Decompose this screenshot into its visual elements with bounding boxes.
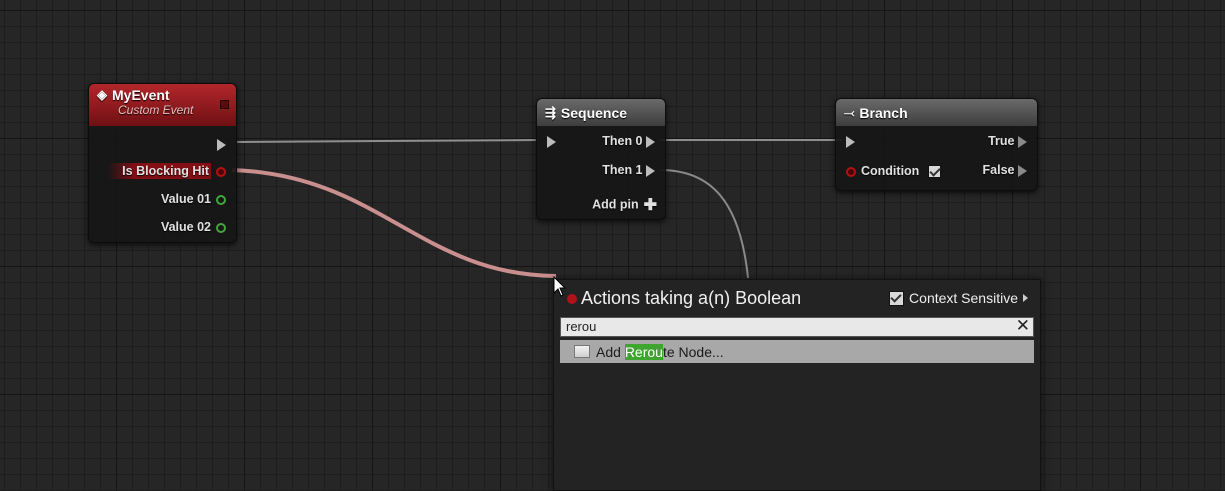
event-node-title: MyEvent	[112, 87, 170, 103]
custom-event-node[interactable]: ◈ MyEvent Custom Event Is Blocking Hit V…	[88, 83, 237, 243]
action-search-input[interactable]: rerou ✕	[560, 317, 1034, 337]
branch-node-header[interactable]: ⤙ Branch	[836, 99, 1037, 126]
boolean-pin-icon	[567, 294, 577, 304]
exec-out-icon	[646, 135, 655, 148]
event-node-subtitle: Custom Event	[118, 103, 194, 117]
result-match: Rerou	[624, 343, 663, 360]
clear-search-icon[interactable]: ✕	[1016, 317, 1030, 335]
pin-is-blocking-hit[interactable]: Is Blocking Hit	[108, 163, 226, 179]
exec-out-icon	[1018, 135, 1027, 148]
branch-pin-condition[interactable]: Condition	[846, 164, 941, 179]
exec-wire-event-sequence	[235, 139, 539, 143]
branch-exec-in-pin[interactable]	[846, 134, 855, 148]
exec-in-icon	[846, 135, 855, 148]
float-pin-icon[interactable]	[216, 222, 226, 233]
result-suffix: te Node...	[662, 343, 724, 360]
event-exec-out-pin[interactable]	[217, 137, 226, 151]
event-diamond-icon: ◈	[97, 87, 107, 102]
exec-out-icon	[646, 164, 655, 177]
pin-label: Then 0	[602, 134, 643, 148]
branch-node-title: Branch	[859, 104, 908, 121]
pin-label: Is Blocking Hit	[108, 163, 211, 179]
context-sensitive-label: Context Sensitive	[909, 290, 1018, 306]
branch-pin-false[interactable]: False	[983, 163, 1027, 177]
search-value: rerou	[566, 319, 597, 334]
branch-node[interactable]: ⤙ Branch True Condition False	[835, 98, 1038, 191]
expand-arrow-icon[interactable]	[1023, 294, 1028, 302]
pin-label: Value 02	[160, 220, 211, 234]
condition-checkbox[interactable]	[927, 165, 941, 179]
exec-wire-then1-menu	[659, 169, 749, 279]
action-menu-title: Actions taking a(n) Boolean	[581, 288, 802, 308]
context-sensitive-toggle[interactable]: Context Sensitive	[889, 290, 1028, 306]
sequence-node[interactable]: ⇶ Sequence Then 0 Then 1 Add pin ✚	[536, 98, 666, 220]
pin-value-02[interactable]: Value 02	[161, 220, 226, 234]
exec-out-icon	[1018, 164, 1027, 177]
sequence-pin-then-0[interactable]: Then 0	[602, 134, 655, 148]
exec-out-icon	[217, 138, 226, 151]
sequence-node-header[interactable]: ⇶ Sequence	[537, 99, 665, 126]
action-menu[interactable]: Actions taking a(n) Boolean Context Sens…	[553, 279, 1041, 491]
float-pin-icon[interactable]	[216, 194, 226, 205]
sequence-node-title: Sequence	[560, 104, 628, 121]
add-pin-label: Add pin	[592, 197, 639, 212]
pin-label: True	[988, 134, 1015, 148]
action-result-item[interactable]: Add Rerou te Node...	[560, 340, 1034, 363]
sequence-exec-in-pin[interactable]	[547, 134, 556, 148]
boolean-pin-icon[interactable]	[846, 166, 856, 177]
pin-label: Then 1	[602, 163, 643, 177]
add-pin-button[interactable]: Add pin ✚	[592, 195, 657, 215]
pin-value-01[interactable]: Value 01	[161, 192, 226, 206]
result-prefix: Add	[596, 343, 625, 360]
mouse-cursor-icon	[553, 276, 567, 297]
sequence-pin-then-1[interactable]: Then 1	[602, 163, 655, 177]
pin-label: False	[982, 163, 1015, 177]
bool-wire-dragging	[231, 168, 557, 278]
pin-label: Value 01	[160, 192, 211, 206]
pin-label: Condition	[861, 164, 920, 178]
event-delegate-pin[interactable]	[220, 100, 229, 109]
exec-in-icon	[547, 135, 556, 148]
branch-pin-true[interactable]: True	[988, 134, 1027, 148]
event-node-header[interactable]: ◈ MyEvent Custom Event	[89, 84, 236, 126]
context-sensitive-checkbox[interactable]	[889, 290, 905, 306]
plus-icon: ✚	[643, 197, 657, 214]
reroute-node-icon	[574, 345, 590, 358]
boolean-pin-icon[interactable]	[216, 166, 226, 177]
sequence-icon: ⇶	[545, 104, 556, 120]
branch-icon: ⤙	[844, 104, 855, 120]
